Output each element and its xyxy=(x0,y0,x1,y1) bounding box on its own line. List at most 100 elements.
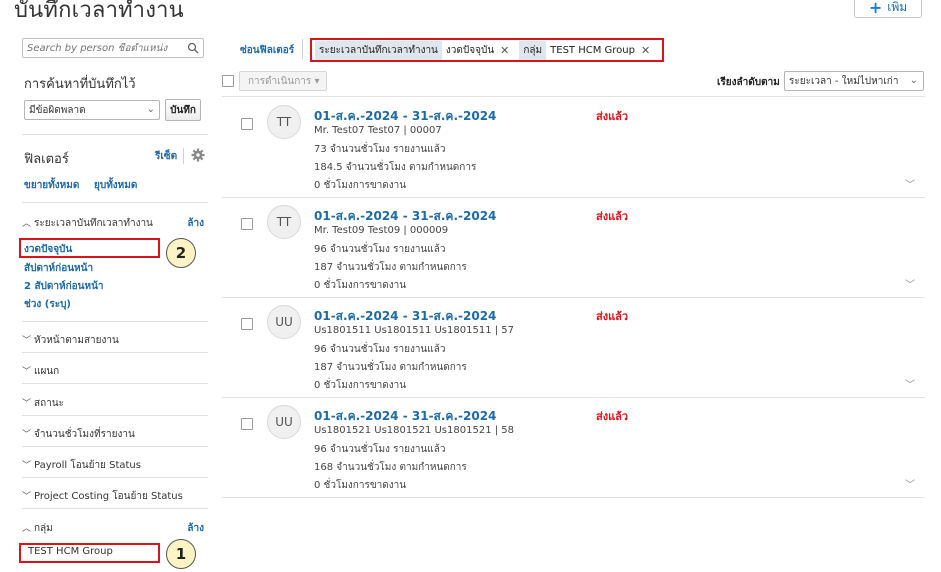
chevron-down-icon: ﹀ xyxy=(22,461,32,471)
chevron-down-icon: ﹀ xyxy=(22,430,32,440)
period-option-range[interactable]: ช่วง (ระบุ) xyxy=(24,297,71,312)
person-search-input[interactable] xyxy=(27,42,182,54)
expand-row-icon[interactable]: ﹀ xyxy=(905,176,915,191)
person-info: Us1801511 Us1801511 Us1801511 | 57 xyxy=(314,325,515,336)
saved-search-select[interactable]: มีข้อผิดพลาด ⌄ xyxy=(24,100,160,120)
timecard-period-link[interactable]: 01-ส.ค.-2024 - 31-ส.ค.-2024 xyxy=(314,407,496,426)
chevron-down-icon: ﹀ xyxy=(22,367,32,377)
person-search-box[interactable] xyxy=(22,38,204,58)
expand-all-link[interactable]: ขยายทั้งหมด xyxy=(24,178,79,193)
person-info: Mr. Test07 Test07 | 00007 xyxy=(314,125,442,136)
timecard-period-link[interactable]: 01-ส.ค.-2024 - 31-ส.ค.-2024 xyxy=(314,107,496,126)
filter-chip-label: ระยะเวลาบันทึกเวลาทำงาน xyxy=(315,40,442,60)
step-callout-1: 1 xyxy=(166,539,196,569)
status-badge: ส่งแล้ว xyxy=(596,210,629,223)
status-badge: ส่งแล้ว xyxy=(596,110,629,123)
reset-filters-link[interactable]: รีเซ็ต xyxy=(155,149,177,164)
row-checkbox[interactable] xyxy=(241,418,253,430)
avatar: TT xyxy=(267,105,301,139)
filter-section-project-costing[interactable]: ﹀ Project Costing โอนย้าย Status xyxy=(22,489,208,504)
results-toolbar: การดำเนินการ ▾ เรียงลำดับตาม ระยะเวลา - … xyxy=(222,69,925,97)
divider xyxy=(22,415,208,416)
expand-row-icon[interactable]: ﹀ xyxy=(905,376,915,391)
separator xyxy=(302,39,303,59)
chevron-down-icon: ﹀ xyxy=(22,492,32,502)
expand-row-icon[interactable]: ﹀ xyxy=(905,276,915,291)
avatar: TT xyxy=(267,205,301,239)
group-clear-link[interactable]: ล้าง xyxy=(187,521,204,536)
collapse-all-link[interactable]: ยุบทั้งหมด xyxy=(94,178,137,193)
row-checkbox[interactable] xyxy=(241,118,253,130)
row-checkbox[interactable] xyxy=(241,218,253,230)
reported-hours: 96 จำนวนชั่วโมง รายงานแล้ว xyxy=(314,344,446,355)
highlight-box xyxy=(19,238,160,258)
highlight-box xyxy=(19,543,160,563)
timecard-row[interactable]: TT 01-ส.ค.-2024 - 31-ส.ค.-2024 ส่งแล้ว M… xyxy=(222,198,925,298)
remove-filter-icon[interactable]: ✕ xyxy=(641,44,650,57)
group-filter-label: กลุ่ม xyxy=(34,523,53,534)
scheduled-hours: 168 จำนวนชั่วโมง ตามกำหนดการ xyxy=(314,462,467,473)
divider xyxy=(22,134,208,135)
page-title: บันทึกเวลาทำงาน xyxy=(14,0,184,23)
scheduled-hours: 184.5 จำนวนชั่วโมง ตามกำหนดการ xyxy=(314,162,477,173)
actions-menu-button[interactable]: การดำเนินการ ▾ xyxy=(239,71,327,91)
status-badge: ส่งแล้ว xyxy=(596,310,629,323)
person-info: Mr. Test09 Test09 | 000009 xyxy=(314,225,449,236)
status-badge: ส่งแล้ว xyxy=(596,410,629,423)
actions-label: การดำเนินการ xyxy=(248,75,312,87)
group-filter-section[interactable]: ︿ กลุ่ม ล้าง xyxy=(22,521,208,536)
period-clear-link[interactable]: ล้าง xyxy=(187,216,204,231)
save-search-button[interactable]: บันทึก xyxy=(165,99,201,121)
step-callout-2: 2 xyxy=(166,238,196,268)
sort-label: เรียงลำดับตาม xyxy=(717,77,780,88)
filters-title: ฟิลเตอร์ xyxy=(24,152,69,167)
remove-filter-icon[interactable]: ✕ xyxy=(500,44,509,57)
results-panel: ซ่อนฟิลเตอร์ ระยะเวลาบันทึกเวลาทำงาน งวด… xyxy=(222,30,941,572)
filter-section-reported-hours[interactable]: ﹀ จำนวนชั่วโมงที่รายงาน xyxy=(22,427,208,442)
filter-chip-value: งวดปัจจุบัน xyxy=(445,44,495,56)
filter-section-label: สถานะ xyxy=(34,398,64,409)
scheduled-hours: 187 จำนวนชั่วโมง ตามกำหนดการ xyxy=(314,362,467,373)
select-all-checkbox[interactable] xyxy=(222,75,234,87)
filter-section-manager[interactable]: ﹀ หัวหน้าตามสายงาน xyxy=(22,333,208,348)
expand-row-icon[interactable]: ﹀ xyxy=(905,476,915,491)
timecard-row[interactable]: UU 01-ส.ค.-2024 - 31-ส.ค.-2024 ส่งแล้ว U… xyxy=(222,398,925,498)
filter-sidebar: การค้นหาที่บันทึกไว้ มีข้อผิดพลาด ⌄ บันท… xyxy=(14,30,210,572)
chevron-up-icon: ︿ xyxy=(22,219,32,229)
search-icon[interactable] xyxy=(187,42,199,57)
period-option-last-2-weeks[interactable]: 2 สัปดาห์ก่อนหน้า xyxy=(24,279,104,294)
chevron-down-icon: ⌄ xyxy=(909,75,918,86)
row-checkbox[interactable] xyxy=(241,318,253,330)
divider xyxy=(22,321,208,322)
chevron-up-icon: ︿ xyxy=(22,524,32,534)
period-filter-label: ระยะเวลาบันทึกเวลาทำงาน xyxy=(34,218,153,229)
divider xyxy=(22,446,208,447)
saved-search-title: การค้นหาที่บันทึกไว้ xyxy=(24,77,136,92)
timecard-period-link[interactable]: 01-ส.ค.-2024 - 31-ส.ค.-2024 xyxy=(314,307,496,326)
filter-chip-value: TEST HCM Group xyxy=(550,44,635,56)
hide-filters-link[interactable]: ซ่อนฟิลเตอร์ xyxy=(240,43,294,58)
avatar: UU xyxy=(267,305,301,339)
absence-hours: 0 ชั่วโมงการขาดงาน xyxy=(314,180,407,191)
gear-icon[interactable] xyxy=(191,148,205,165)
filter-section-label: แผนก xyxy=(34,366,60,377)
timecard-period-link[interactable]: 01-ส.ค.-2024 - 31-ส.ค.-2024 xyxy=(314,207,496,226)
timecard-row[interactable]: TT 01-ส.ค.-2024 - 31-ส.ค.-2024 ส่งแล้ว M… xyxy=(222,98,925,198)
person-info: Us1801521 Us1801521 Us1801521 | 58 xyxy=(314,425,515,436)
caret-down-icon: ▾ xyxy=(314,75,320,87)
reported-hours: 73 จำนวนชั่วโมง รายงานแล้ว xyxy=(314,144,446,155)
filter-section-department[interactable]: ﹀ แผนก xyxy=(22,364,208,379)
period-filter-section[interactable]: ︿ ระยะเวลาบันทึกเวลาทำงาน ล้าง xyxy=(22,216,208,231)
sort-select[interactable]: ระยะเวลา - ใหม่ไปหาเก่า ⌄ xyxy=(784,71,924,91)
chevron-down-icon: ﹀ xyxy=(22,399,32,409)
divider xyxy=(22,383,208,384)
applied-filters-bar: ระยะเวลาบันทึกเวลาทำงาน งวดปัจจุบัน ✕ กล… xyxy=(310,38,664,62)
filter-section-status[interactable]: ﹀ สถานะ xyxy=(22,396,208,411)
timecard-row[interactable]: UU 01-ส.ค.-2024 - 31-ส.ค.-2024 ส่งแล้ว U… xyxy=(222,298,925,398)
add-button[interactable]: + เพิ่ม xyxy=(854,0,922,18)
period-option-last-week[interactable]: สัปดาห์ก่อนหน้า xyxy=(24,261,93,276)
divider xyxy=(22,477,208,478)
reported-hours: 96 จำนวนชั่วโมง รายงานแล้ว xyxy=(314,444,446,455)
separator xyxy=(183,148,184,164)
filter-section-payroll-transfer[interactable]: ﹀ Payroll โอนย้าย Status xyxy=(22,458,208,473)
